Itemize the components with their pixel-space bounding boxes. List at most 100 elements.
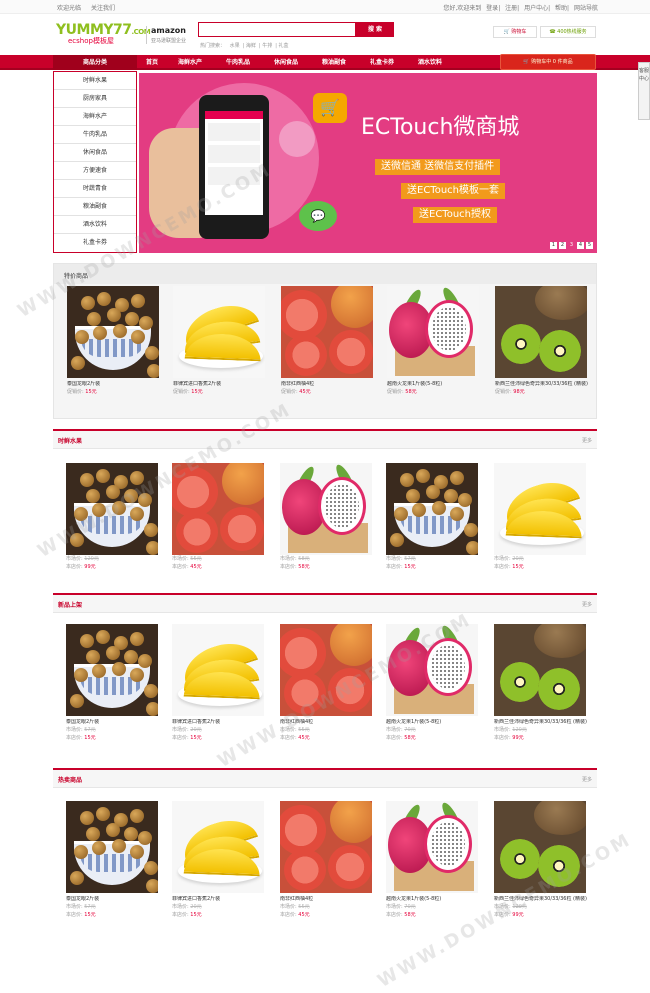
product-name[interactable]: 南非红西柚4粒 [281,381,375,388]
product-name[interactable]: 南非红西柚4粒 [280,719,374,726]
user-center-link[interactable]: 用户中心 [524,5,548,12]
service-hotline-button[interactable]: ☎ 400热线服务 [540,26,596,38]
more-link[interactable]: 更多 [582,776,592,783]
product-name[interactable]: 菲律宾进口香蕉2斤装 [173,381,267,388]
product-name[interactable]: 越南火龙果1斤装(5-8粒) [386,719,480,726]
product-card[interactable]: 菲律宾进口香蕉2斤装 市场价: 20元 本店价: 15元 [172,801,266,919]
hero-banner[interactable]: 🛒 💬 ECTouch微商城 送微信通 送微信支付插件 送ECTouch模板一套… [139,73,597,253]
sidebar-item-gift-cards[interactable]: 礼盒卡券 [54,234,136,252]
product-name[interactable]: 泰国龙眼2斤装 [66,896,160,903]
product-image[interactable] [66,624,158,716]
hot-word[interactable]: 海鲜 [246,43,256,49]
product-image[interactable] [494,463,586,555]
product-card[interactable]: 菲律宾进口香蕉2斤装 促销价: 15元 [173,286,267,396]
product-image[interactable] [172,624,264,716]
product-card[interactable]: 泰国龙眼2斤装 促销价: 15元 [67,286,161,396]
sidebar-item-fresh-fruit[interactable]: 时鲜水果 [54,72,136,90]
follow-us-link[interactable]: 关注我们 [91,5,115,12]
product-card[interactable]: 菲律宾进口香蕉2斤装 市场价: 20元 本店价: 15元 [172,624,266,742]
product-card[interactable]: 越南火龙果1斤装(5-8粒) 促销价: 58元 [387,286,481,396]
product-card[interactable]: 越南火龙果1斤装(5-8粒) 市场价: 70元 本店价: 58元 [386,801,480,919]
product-card[interactable]: 新西兰佳沛绿色奇异果30/33/36粒 (精装) 市场价: 120元 本店价: 99… [494,801,588,919]
section-title: 时鲜水果 [58,438,83,445]
product-image[interactable] [494,801,586,893]
sidebar-item-vegetables[interactable]: 时蔬青食 [54,180,136,198]
product-card[interactable]: 市场价: 55元 本店价: 45元 [172,463,266,571]
nav-category-title[interactable]: 商品分类 [53,55,137,70]
nav-cart-button[interactable]: 🛒 购物车中 0 件商品 [500,54,596,70]
product-card[interactable]: 南非红西柚4粒 市场价: 55元 本店价: 45元 [280,801,374,919]
product-image[interactable] [66,801,158,893]
search-button[interactable]: 搜 索 [356,22,394,37]
site-nav-link[interactable]: 网站导航 [574,5,598,12]
product-image[interactable] [494,624,586,716]
product-name[interactable]: 泰国龙眼2斤装 [67,381,161,388]
product-card[interactable]: 南非红西柚4粒 市场价: 55元 本店价: 45元 [280,624,374,742]
nav-item-home[interactable]: 首页 [146,55,158,70]
sidebar-item-drinks[interactable]: 酒水饮料 [54,216,136,234]
banner-pager-dot[interactable]: 2 [559,242,566,249]
product-card[interactable]: 新西兰佳沛绿色奇异果30/33/36粒 (精装) 促销价: 98元 [495,286,589,396]
hot-word[interactable]: 牛排 [262,43,272,49]
customer-service-tab[interactable]: 客服中心 [638,62,650,120]
banner-pager-dot-active[interactable]: 3 [568,242,575,249]
product-image[interactable] [173,286,265,378]
product-image[interactable] [67,286,159,378]
banner-pager-dot[interactable]: 4 [577,242,584,249]
product-name[interactable]: 新西兰佳沛绿色奇异果30/33/36粒 (精装) [494,896,588,903]
header-cart-button[interactable]: 🛒 购物车 [493,26,537,38]
product-image[interactable] [66,463,158,555]
product-card[interactable]: 泰国龙眼2斤装 市场价: 57元 本店价: 15元 [66,801,160,919]
product-name[interactable]: 新西兰佳沛绿色奇异果30/33/36粒 (精装) [494,719,588,726]
nav-item-drinks[interactable]: 酒水饮料 [418,55,442,70]
product-card[interactable]: 市场价: 58元 本店价: 58元 [280,463,374,571]
nav-item-seafood[interactable]: 海鲜水产 [178,55,202,70]
product-card[interactable]: 市场价: 20元 本店价: 15元 [494,463,588,571]
product-card[interactable]: 市场价: 57元 本店价: 15元 [386,463,480,571]
banner-pager-dot[interactable]: 5 [586,242,593,249]
sidebar-item-instant[interactable]: 方便速食 [54,162,136,180]
hot-word[interactable]: 水果 [230,43,240,49]
product-image[interactable] [387,286,479,378]
login-link[interactable]: 登录 [486,5,498,12]
product-name[interactable]: 南非红西柚4粒 [280,896,374,903]
banner-pager-dot[interactable]: 1 [550,242,557,249]
product-image[interactable] [386,463,478,555]
product-image[interactable] [280,463,372,555]
nav-item-snacks[interactable]: 休闲食品 [274,55,298,70]
search-input[interactable] [198,22,356,37]
product-image[interactable] [280,801,372,893]
site-logo[interactable]: YUMMY77.COM ecshop模板屋 [56,22,151,50]
sidebar-item-kitchen[interactable]: 厨房家具 [54,90,136,108]
product-card[interactable]: 越南火龙果1斤装(5-8粒) 市场价: 70元 本店价: 58元 [386,624,480,742]
help-link[interactable]: 帮助 [555,5,567,12]
sidebar-item-seafood[interactable]: 海鲜水产 [54,108,136,126]
nav-item-grain-oil[interactable]: 粮油副食 [322,55,346,70]
register-link[interactable]: 注册 [505,5,517,12]
product-name[interactable]: 菲律宾进口香蕉2斤装 [172,896,266,903]
hot-word[interactable]: 礼盒 [279,43,289,49]
product-name[interactable]: 越南火龙果1斤装(5-8粒) [386,896,480,903]
nav-item-gift-cards[interactable]: 礼盒卡券 [370,55,394,70]
sidebar-item-snacks[interactable]: 休闲食品 [54,144,136,162]
product-image[interactable] [386,624,478,716]
product-image[interactable] [386,801,478,893]
product-card[interactable]: 新西兰佳沛绿色奇异果30/33/36粒 (精装) 市场价: 120元 本店价: 99… [494,624,588,742]
product-image[interactable] [495,286,587,378]
more-link[interactable]: 更多 [582,437,592,444]
product-name[interactable]: 新西兰佳沛绿色奇异果30/33/36粒 (精装) [495,381,589,388]
sidebar-item-beef-dairy[interactable]: 牛肉乳品 [54,126,136,144]
sidebar-item-grain-oil[interactable]: 粮油副食 [54,198,136,216]
product-name[interactable]: 越南火龙果1斤装(5-8粒) [387,381,481,388]
product-image[interactable] [281,286,373,378]
product-image[interactable] [172,801,264,893]
nav-item-beef-dairy[interactable]: 牛肉乳品 [226,55,250,70]
more-link[interactable]: 更多 [582,601,592,608]
product-image[interactable] [172,463,264,555]
product-card[interactable]: 泰国龙眼2斤装 市场价: 57元 本店价: 15元 [66,624,160,742]
product-image[interactable] [280,624,372,716]
product-name[interactable]: 泰国龙眼2斤装 [66,719,160,726]
product-card[interactable]: 市场价: 120元 本店价: 99元 [66,463,160,571]
product-name[interactable]: 菲律宾进口香蕉2斤装 [172,719,266,726]
product-card[interactable]: 南非红西柚4粒 促销价: 45元 [281,286,375,396]
